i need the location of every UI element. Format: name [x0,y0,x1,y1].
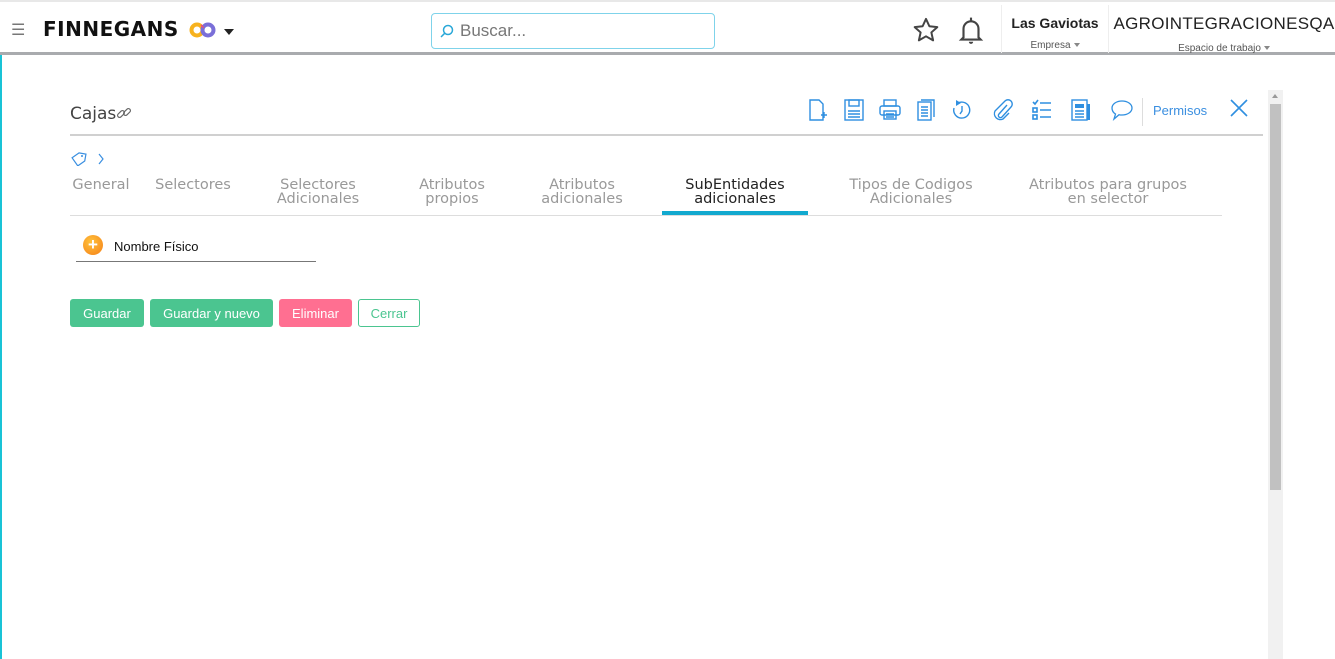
workspace-name: AGROINTEGRACIONESQA [1113,14,1335,33]
nombre-fisico-field: + Nombre Físico [76,234,316,262]
tab-general[interactable]: General [72,178,129,193]
scroll-up-icon[interactable] [1272,94,1278,98]
close-button[interactable]: Cerrar [358,299,420,327]
save-and-new-button[interactable]: Guardar y nuevo [150,299,273,327]
page-title-text: Cajas [70,104,117,124]
tab-atributos-propios[interactable]: Atributos propios [419,178,485,207]
field-label: Nombre Físico [114,239,199,254]
workspace-label: Espacio de trabajo [1178,43,1261,54]
comment-icon[interactable] [1110,98,1134,122]
permissions-link[interactable]: Permisos [1153,103,1207,118]
new-document-icon[interactable] [806,98,830,122]
tab-tipos-de-codigos-adicionales[interactable]: Tipos de Codigos Adicionales [849,178,972,207]
tag-icon[interactable] [71,152,87,166]
print-icon[interactable] [878,98,902,122]
delete-button[interactable]: Eliminar [279,299,352,327]
page-title: Cajas [70,104,132,124]
company-label: Empresa [1030,40,1071,51]
hamburger-menu-icon[interactable]: ☰ [11,20,25,40]
breadcrumb [71,152,105,166]
brand-mark-icon [189,22,216,38]
save-icon[interactable] [842,98,866,122]
tab-atributos-para-grupos[interactable]: Atributos para grupos en selector [1029,178,1187,207]
scrollbar-thumb[interactable] [1270,104,1281,490]
copy-icon[interactable] [914,98,938,122]
tabs-divider [70,215,1222,216]
report-icon[interactable] [1069,98,1093,122]
tab-atributos-adicionales[interactable]: Atributos adicionales [541,178,623,207]
brand-logo[interactable]: FINNEGANS [43,17,179,41]
tab-subentidades-adicionales[interactable]: SubEntidades adicionales [685,178,784,207]
add-icon[interactable]: + [83,235,103,255]
tab-selectores[interactable]: Selectores [155,178,231,193]
brand-dropdown-icon[interactable] [224,29,234,35]
favorite-star-icon[interactable] [912,16,940,44]
close-icon[interactable] [1228,97,1250,119]
company-selector[interactable]: Las Gaviotas Empresa [1002,5,1108,51]
window-edge [0,0,2,659]
search-icon [440,24,454,38]
history-icon[interactable] [950,98,974,122]
checklist-icon[interactable] [1030,98,1054,122]
vertical-scrollbar[interactable] [1268,90,1283,659]
active-tab-indicator [662,211,808,215]
save-button[interactable]: Guardar [70,299,144,327]
search-box[interactable] [431,13,715,49]
toolbar-divider [1142,98,1143,126]
notifications-bell-icon[interactable] [958,16,984,46]
link-icon[interactable] [116,105,132,121]
attachment-icon[interactable] [990,98,1014,122]
tab-selectores-adicionales[interactable]: Selectores Adicionales [277,178,359,207]
chevron-right-icon [98,153,104,165]
dropdown-caret-icon [1073,43,1080,48]
search-input[interactable] [460,21,700,41]
title-divider [70,134,1263,136]
top-bar: ☰ FINNEGANS Las Gaviotas Empresa AGROINT… [0,0,1335,55]
dropdown-caret-icon [1263,46,1270,51]
company-name: Las Gaviotas [1011,15,1099,31]
workspace-selector[interactable]: AGROINTEGRACIONESQA Espacio de trabajo [1109,5,1335,54]
